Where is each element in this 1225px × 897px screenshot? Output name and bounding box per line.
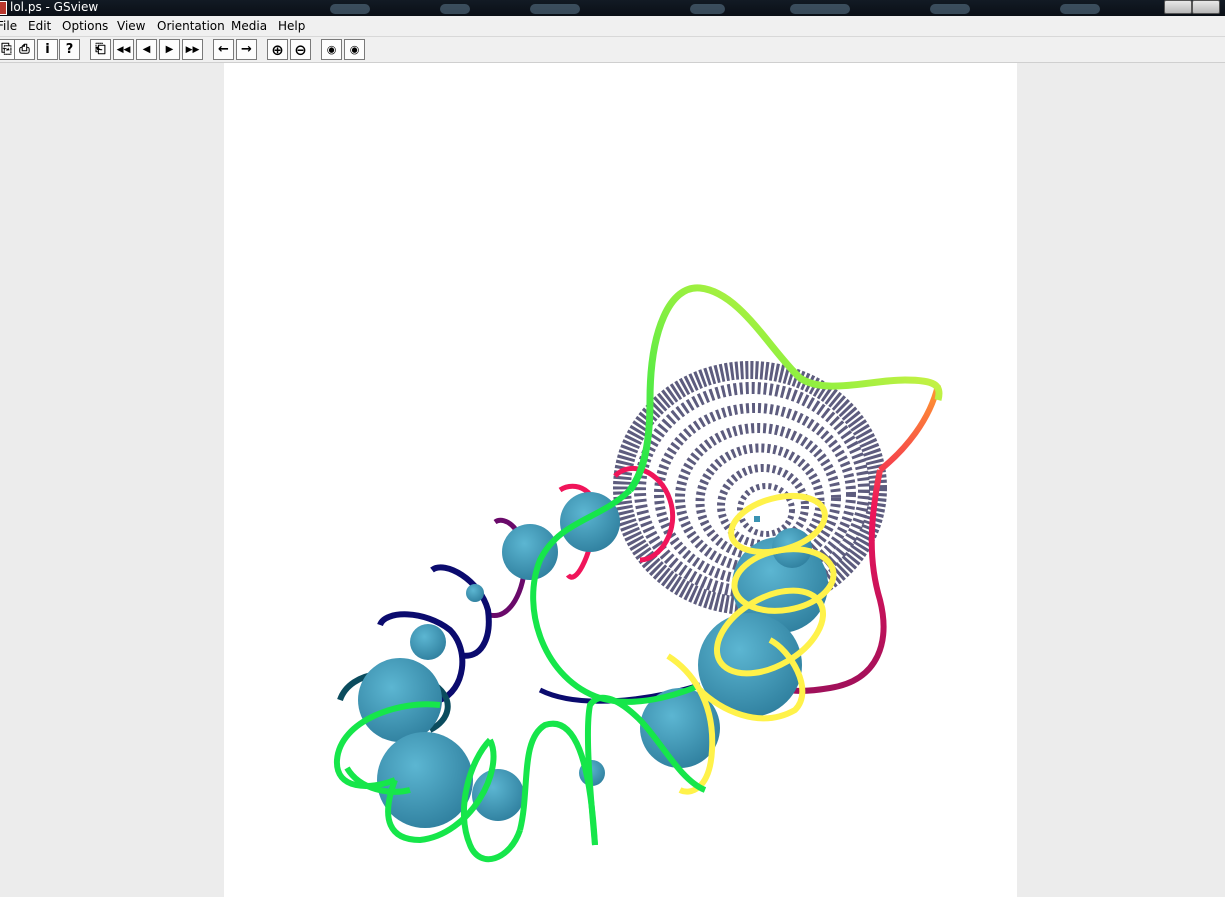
skip-back-button[interactable]: ◀◀: [113, 39, 134, 60]
help-icon: ?: [65, 42, 74, 57]
goto-page-icon: ⎗: [95, 42, 106, 57]
forward-arrow-icon: →: [241, 42, 252, 57]
menu-edit[interactable]: Edit: [28, 19, 51, 33]
window-title: lol.ps - GSview: [10, 0, 99, 14]
next-page-button[interactable]: ▶: [159, 39, 180, 60]
find-next-button[interactable]: ◉: [344, 39, 365, 60]
back-button[interactable]: ←: [213, 39, 234, 60]
find-text-icon: ◉: [326, 43, 337, 56]
toolbar: ⎘ ⎙ i ? ⎗ ◀◀ ◀ ▶ ▶▶ ← → ⊕ ⊖ ◉ ◉: [0, 37, 1225, 63]
skip-forward-button[interactable]: ▶▶: [182, 39, 203, 60]
print-icon: ⎙: [19, 42, 30, 57]
postscript-render: [333, 284, 943, 863]
menu-help[interactable]: Help: [278, 19, 305, 33]
open-icon: ⎘: [1, 42, 12, 57]
zoom-out-button[interactable]: ⊖: [290, 39, 311, 60]
back-arrow-icon: ←: [218, 42, 229, 57]
zoom-in-button[interactable]: ⊕: [267, 39, 288, 60]
info-button[interactable]: i: [37, 39, 58, 60]
menu-media[interactable]: Media: [231, 19, 267, 33]
info-icon: i: [45, 42, 50, 57]
menu-view[interactable]: View: [117, 19, 145, 33]
print-button[interactable]: ⎙: [14, 39, 35, 60]
zoom-out-icon: ⊖: [294, 40, 307, 59]
document-page: [224, 63, 1017, 897]
find-text-button[interactable]: ◉: [321, 39, 342, 60]
help-button[interactable]: ?: [59, 39, 80, 60]
menu-orientation[interactable]: Orientation: [157, 19, 225, 33]
app-icon: [0, 1, 7, 15]
forward-button[interactable]: →: [236, 39, 257, 60]
prev-page-button[interactable]: ◀: [136, 39, 157, 60]
goto-page-button[interactable]: ⎗: [90, 39, 111, 60]
prev-page-icon: ◀: [142, 44, 151, 55]
skip-back-icon: ◀◀: [116, 44, 131, 55]
title-bar: lol.ps - GSview: [0, 0, 1225, 16]
menu-options[interactable]: Options: [62, 19, 108, 33]
zoom-in-icon: ⊕: [271, 40, 284, 59]
next-page-icon: ▶: [165, 44, 174, 55]
maximize-button[interactable]: [1192, 0, 1220, 14]
menu-file[interactable]: File: [0, 19, 17, 33]
find-next-icon: ◉: [349, 43, 360, 56]
menu-bar: File Edit Options View Orientation Media…: [0, 16, 1225, 37]
skip-forward-icon: ▶▶: [185, 44, 200, 55]
minimize-button[interactable]: [1164, 0, 1192, 14]
